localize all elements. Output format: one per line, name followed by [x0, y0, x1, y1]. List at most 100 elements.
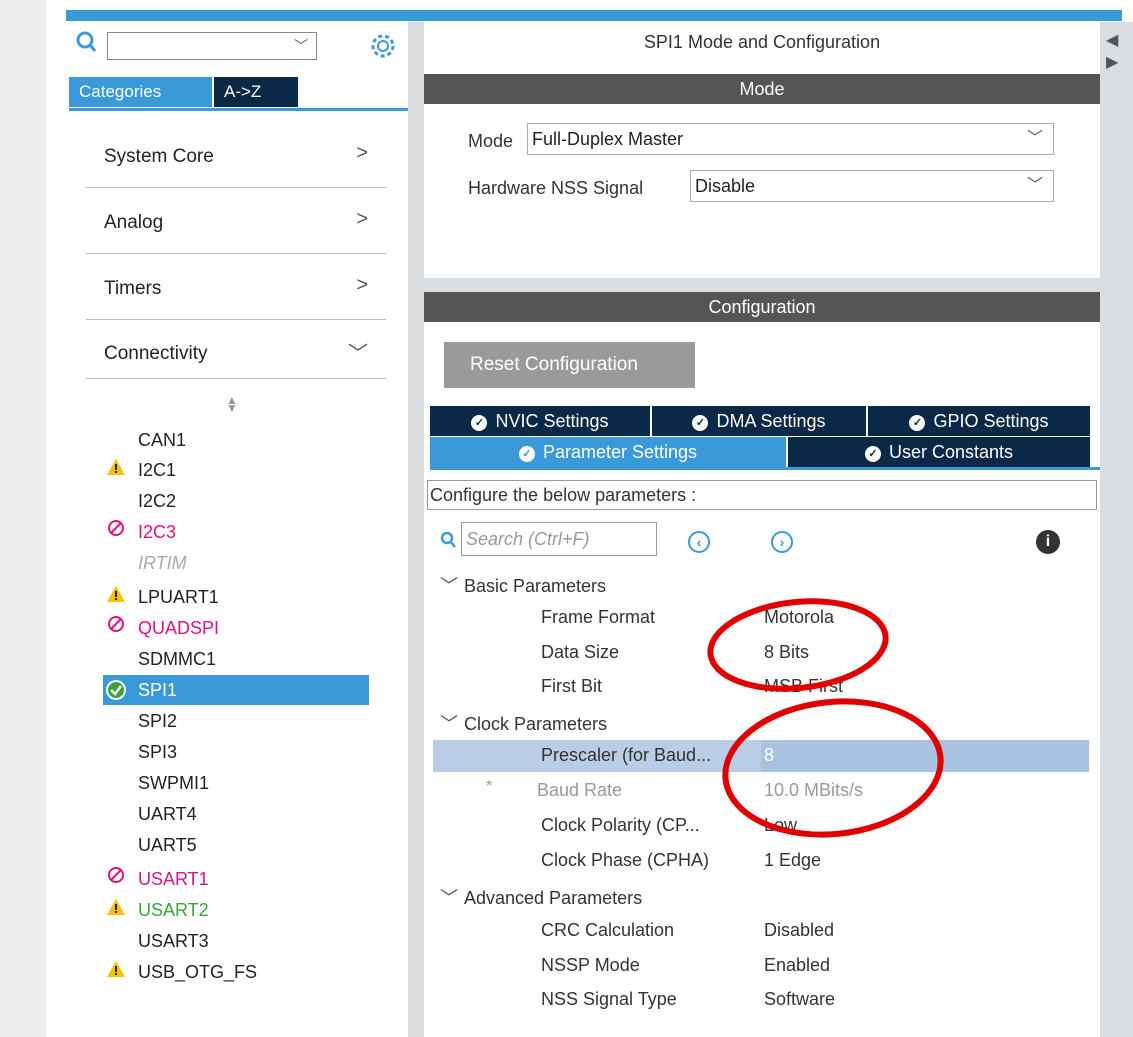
- peripheral-label: I2C1: [138, 460, 177, 480]
- tab-a-z[interactable]: A->Z: [214, 77, 298, 107]
- category-timers[interactable]: Timers >: [86, 254, 386, 320]
- configure-hint: Configure the below parameters :: [427, 480, 1097, 510]
- peripheral-label: LPUART1: [138, 587, 219, 607]
- chevron-down-icon: ﹀: [440, 888, 458, 908]
- category-analog[interactable]: Analog >: [86, 188, 386, 254]
- collapse-right-icon[interactable]: ▶: [1106, 52, 1118, 72]
- param-nssp-label: NSSP Mode: [541, 955, 640, 975]
- tab-dma-settings[interactable]: ✓ DMA Settings: [652, 406, 866, 436]
- tab-parameter-settings[interactable]: ✓ Parameter Settings: [430, 437, 786, 467]
- chevron-down-icon: ﹀: [1026, 177, 1043, 194]
- group-label: Clock Parameters: [464, 714, 608, 734]
- chevron-down-icon: ﹀: [440, 714, 458, 734]
- nss-select[interactable]: Disable ﹀: [690, 170, 1054, 202]
- tab-label: DMA Settings: [716, 411, 826, 431]
- tab-categories[interactable]: Categories: [69, 77, 212, 107]
- param-data-size-value[interactable]: 8 Bits: [764, 642, 809, 663]
- peripheral-label: UART4: [138, 804, 197, 824]
- peripheral-label: I2C3: [138, 522, 177, 542]
- category-connectivity[interactable]: Connectivity ﹀: [86, 313, 386, 379]
- info-icon[interactable]: i: [1036, 530, 1060, 554]
- chevron-right-icon: >: [356, 274, 368, 296]
- check-icon: ✓: [692, 415, 709, 431]
- nss-value: Disable: [695, 176, 756, 196]
- param-prescaler-value[interactable]: 8: [764, 745, 774, 766]
- check-icon: ✓: [864, 446, 881, 462]
- previous-icon[interactable]: ‹: [688, 531, 710, 553]
- tab-gpio-settings[interactable]: ✓ GPIO Settings: [868, 406, 1090, 436]
- param-crc-label: CRC Calculation: [541, 920, 675, 940]
- panel-splitter[interactable]: [408, 22, 424, 1037]
- category-label: Timers: [104, 278, 162, 299]
- peripheral-label: SPI3: [138, 742, 178, 762]
- tab-label: NVIC Settings: [495, 411, 609, 431]
- param-frame-format-value[interactable]: Motorola: [764, 607, 834, 628]
- peripheral-label: USART3: [138, 931, 209, 951]
- check-icon: ✓: [471, 415, 488, 431]
- check-icon: ✓: [518, 446, 535, 462]
- group-label: Basic Parameters: [464, 576, 607, 596]
- peripheral-label: CAN1: [138, 430, 187, 450]
- param-prescaler-label: Prescaler (for Baud...: [541, 745, 712, 765]
- parameter-search-input[interactable]: Search (Ctrl+F): [461, 522, 657, 556]
- peripheral-label: SPI1: [138, 680, 178, 700]
- tab-underline: [430, 467, 1100, 470]
- next-icon[interactable]: ›: [771, 531, 793, 553]
- collapse-left-icon[interactable]: ◀: [1106, 30, 1118, 50]
- chevron-down-icon: ﹀: [294, 38, 308, 54]
- tab-label: GPIO Settings: [933, 411, 1049, 431]
- peripheral-label: USB_OTG_FS: [138, 962, 258, 982]
- param-nss-type-value[interactable]: Software: [764, 989, 835, 1010]
- chevron-down-icon: ﹀: [348, 343, 368, 365]
- category-label: Connectivity: [104, 343, 208, 364]
- tab-nvic-settings[interactable]: ✓ NVIC Settings: [430, 406, 650, 436]
- param-nssp-value[interactable]: Enabled: [764, 955, 830, 976]
- selected-value-highlight: [761, 740, 1089, 772]
- param-clock-polarity-value[interactable]: Low: [764, 815, 797, 836]
- chevron-down-icon: ﹀: [1026, 130, 1043, 147]
- group-basic-parameters[interactable]: ﹀ Basic Parameters: [440, 572, 606, 598]
- mode-select[interactable]: Full-Duplex Master ﹀: [527, 123, 1054, 155]
- search-icon: [440, 530, 458, 555]
- category-system-core[interactable]: System Core >: [86, 122, 386, 188]
- check-icon: ✓: [909, 415, 926, 431]
- param-clock-polarity-label: Clock Polarity (CP...: [541, 815, 700, 835]
- disabled-icon: [103, 613, 129, 643]
- tab-user-constants[interactable]: ✓ User Constants: [788, 437, 1090, 467]
- peripheral-label: UART5: [138, 835, 197, 855]
- param-frame-format-label: Frame Format: [541, 607, 656, 627]
- gear-icon[interactable]: [370, 33, 396, 64]
- peripheral-label: USART1: [138, 869, 209, 889]
- left-gutter: [0, 0, 46, 1037]
- peripheral-label: QUADSPI: [138, 618, 220, 638]
- page-title: SPI1 Mode and Configuration: [643, 32, 881, 52]
- nss-label: Hardware NSS Signal: [468, 178, 644, 198]
- param-crc-value[interactable]: Disabled: [764, 920, 834, 941]
- mode-label: Mode: [468, 131, 514, 151]
- param-nss-type-label: NSS Signal Type: [541, 989, 677, 1009]
- warning-icon: [103, 957, 129, 987]
- tab-label: User Constants: [888, 442, 1014, 462]
- disabled-icon: [103, 517, 129, 547]
- mode-header: Mode: [424, 74, 1100, 104]
- reset-configuration-button[interactable]: Reset Configuration: [444, 342, 695, 388]
- group-clock-parameters[interactable]: ﹀ Clock Parameters: [440, 710, 607, 736]
- chevron-down-icon: ﹀: [440, 576, 458, 596]
- warning-icon: [103, 455, 129, 485]
- category-label: Analog: [104, 212, 164, 233]
- param-data-size-label: Data Size: [541, 642, 620, 662]
- group-advanced-parameters[interactable]: ﹀ Advanced Parameters: [440, 884, 642, 910]
- search-icon[interactable]: [76, 30, 98, 63]
- param-first-bit-value[interactable]: MSB First: [764, 676, 843, 697]
- tab-label: Parameter Settings: [542, 442, 698, 462]
- sort-icon[interactable]: ▲ ▼: [226, 394, 238, 414]
- section-separator: [424, 278, 1100, 292]
- peripheral-label: IRTIM: [138, 553, 187, 573]
- list-item-spi1[interactable]: SPI1: [103, 675, 369, 705]
- param-baud-rate-label: Baud Rate: [537, 780, 623, 800]
- peripheral-label: SDMMC1: [138, 649, 217, 669]
- search-combo-input[interactable]: ﹀: [107, 32, 317, 60]
- param-clock-phase-value[interactable]: 1 Edge: [764, 850, 821, 871]
- tab-underline: [69, 108, 408, 111]
- top-accent-bar: [66, 10, 1122, 21]
